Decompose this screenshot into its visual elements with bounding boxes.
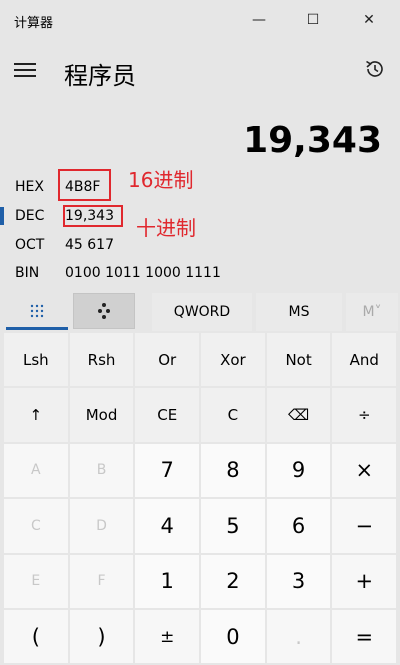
key-ce[interactable]: CE [135,388,200,442]
tab-bit-toggling[interactable] [73,293,135,329]
key-multiply[interactable]: × [332,443,397,498]
key-5[interactable]: 5 [201,499,265,553]
base-row-oct[interactable]: OCT 45 617 [0,231,400,259]
hex-annotation-box [58,169,111,201]
key-hex-c[interactable]: C [4,499,68,553]
base-row-dec[interactable]: DEC 19,343 [0,202,400,230]
key-mod[interactable]: Mod [69,388,134,442]
key-e[interactable]: E [4,554,68,608]
key-7[interactable]: 7 [135,443,200,498]
key-c[interactable]: C [201,388,265,442]
key-f[interactable]: F [69,554,134,608]
key-lsh[interactable]: Lsh [4,333,68,387]
dec-annotation-text: 十进制 [136,216,196,240]
base-label-bin: BIN [15,265,40,281]
base-label-hex: HEX [15,179,44,195]
result-display: 19,343 [243,120,382,161]
key-decimal[interactable]: . [266,609,331,664]
keypad: Lsh Rsh Or Xor Not And ↑ Mod CE C ⌫ ÷ A … [4,333,398,664]
key-not[interactable]: Not [266,333,331,387]
key-d[interactable]: D [69,499,134,553]
base-value-oct: 45 617 [65,237,114,253]
selected-base-indicator [0,207,4,225]
base-row-bin[interactable]: BIN 0100 1011 1000 1111 [0,259,400,287]
mode-title: 程序员 [64,62,136,90]
bit-toggle-icon [98,303,110,319]
maximize-button[interactable]: ☐ [290,4,336,36]
key-shift-up[interactable]: ↑ [4,388,68,442]
memory-store-button[interactable]: MS [256,293,342,331]
key-a[interactable]: A [4,443,68,498]
key-b[interactable]: B [69,443,134,498]
key-negate[interactable]: ± [135,609,200,664]
key-close-paren[interactable]: ) [69,609,134,664]
key-1[interactable]: 1 [135,554,200,608]
history-icon[interactable] [362,56,388,82]
key-equals[interactable]: = [332,609,397,664]
key-4[interactable]: 4 [135,499,200,553]
hex-annotation-text: 16进制 [128,168,194,192]
key-2[interactable]: 2 [201,554,265,608]
key-and[interactable]: And [332,333,397,387]
key-open-paren[interactable]: ( [4,609,68,664]
tab-full-keypad[interactable] [6,293,68,329]
key-or[interactable]: Or [135,333,200,387]
dec-annotation-box [63,205,123,227]
title-bar: 计算器 — ☐ ✕ [0,0,400,40]
key-rsh[interactable]: Rsh [69,333,134,387]
key-add[interactable]: + [332,554,397,608]
base-label-oct: OCT [15,237,45,253]
key-0[interactable]: 0 [201,609,265,664]
keypad-grid-icon [30,304,44,318]
key-3[interactable]: 3 [266,554,331,608]
base-label-dec: DEC [15,208,45,224]
tab-active-indicator [6,327,68,330]
key-9[interactable]: 9 [266,443,331,498]
key-6[interactable]: 6 [266,499,331,553]
word-size-button[interactable]: QWORD [152,293,252,331]
key-xor[interactable]: Xor [201,333,265,387]
key-subtract[interactable]: − [332,499,397,553]
memory-list-button[interactable]: M˅ [346,293,398,331]
close-button[interactable]: ✕ [346,4,392,36]
key-8[interactable]: 8 [201,443,265,498]
hamburger-menu-icon[interactable] [14,63,36,79]
minimize-button[interactable]: — [236,4,282,36]
base-value-bin: 0100 1011 1000 1111 [65,265,221,281]
app-title: 计算器 [14,16,54,31]
backspace-icon[interactable]: ⌫ [266,388,331,442]
key-divide[interactable]: ÷ [332,388,397,442]
